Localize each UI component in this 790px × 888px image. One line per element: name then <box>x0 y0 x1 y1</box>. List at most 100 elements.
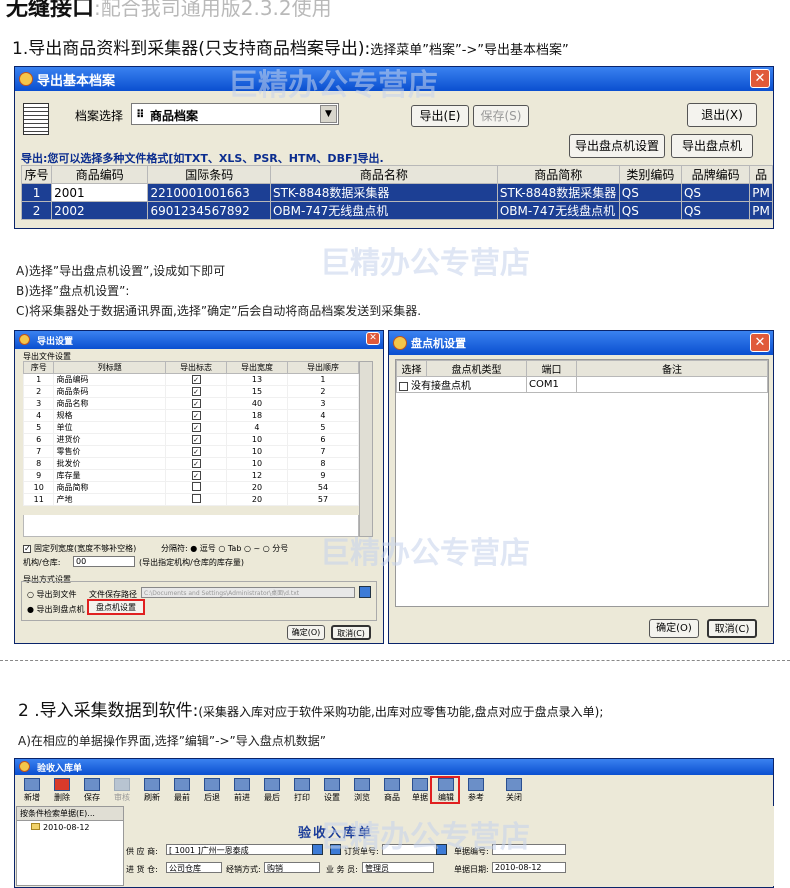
browse-icon[interactable] <box>359 586 371 598</box>
pd-type: 没有接盘点机 <box>411 381 471 392</box>
export-flag-cell[interactable]: ✓ <box>165 385 228 398</box>
checkbox-checked[interactable]: ✓ <box>191 387 201 396</box>
toolbar-button[interactable]: 最前 <box>168 778 196 804</box>
toolbar-button[interactable]: 新增 <box>18 778 46 804</box>
table-row[interactable]: 10 商品简称 20 54 <box>22 481 360 494</box>
toolbar-button[interactable]: 刷新 <box>138 778 166 804</box>
table-row[interactable]: 1 2001 2210001001663 STK-8848数据采集器 STK-8848数… <box>20 183 773 202</box>
toolbar-button[interactable]: 审核 <box>108 778 136 804</box>
export-flag-cell[interactable]: ✓ <box>165 373 228 386</box>
table-row[interactable]: 5 单位 ✓ 4 5 <box>22 421 360 434</box>
table-cell: QS <box>618 183 682 202</box>
close-button[interactable]: ✕ <box>750 333 770 352</box>
export-flag-cell[interactable]: ✓ <box>165 409 228 422</box>
chevron-down-icon[interactable]: ▼ <box>320 105 337 123</box>
lookup-icon[interactable] <box>312 844 323 855</box>
checkbox-checked[interactable]: ✓ <box>191 399 201 408</box>
export-pd-button[interactable]: 导出盘点机 <box>671 134 753 158</box>
checkbox-checked[interactable]: ✓ <box>23 544 31 553</box>
export-flag-cell[interactable]: ✓ <box>165 457 228 470</box>
checkbox-checked[interactable]: ✓ <box>191 375 201 384</box>
export-flag-cell[interactable]: ✓ <box>165 433 228 446</box>
close-button[interactable]: ✕ <box>366 332 380 345</box>
checkbox-checked[interactable]: ✓ <box>191 435 201 444</box>
toolbar-button[interactable]: 打印 <box>288 778 316 804</box>
staff-field[interactable]: 管理员 <box>362 862 434 873</box>
checkbox-unchecked[interactable] <box>399 381 408 391</box>
toolbar-button[interactable]: 保存 <box>78 778 106 804</box>
tree-item-label: 2010-08-12 <box>43 823 90 832</box>
to-pd-option[interactable]: ● 导出到盘点机 <box>27 604 85 615</box>
checkbox-checked[interactable]: ✓ <box>191 411 201 420</box>
columns-table-scrollbar[interactable] <box>359 361 373 537</box>
tree-item[interactable]: 2010-08-12 <box>17 821 123 834</box>
checkbox-checked[interactable]: ✓ <box>191 459 201 468</box>
table-row[interactable]: 1 商品编码 ✓ 13 1 <box>22 373 360 386</box>
order-lookup-icon[interactable] <box>330 844 341 855</box>
to-file-option[interactable]: ○ 导出到文件 <box>27 589 77 600</box>
close-button[interactable]: ✕ <box>750 69 770 88</box>
sep-comma[interactable]: 逗号 <box>200 544 216 553</box>
supplier-field[interactable]: [ 1001 ]广州一恩泰成 <box>166 844 316 855</box>
order-field[interactable] <box>382 844 444 855</box>
docno-field[interactable] <box>492 844 566 855</box>
export-flag-cell[interactable]: ✓ <box>165 469 228 482</box>
order-field-icon[interactable] <box>436 844 447 855</box>
toolbar-button[interactable]: 设置 <box>318 778 346 804</box>
table-row[interactable]: 3 商品名称 ✓ 40 3 <box>22 397 360 410</box>
save-path-field[interactable]: C:\Documents and Settings\Administrator\… <box>141 587 355 598</box>
table-row[interactable]: 6 进货价 ✓ 10 6 <box>22 433 360 446</box>
fixed-width-option[interactable]: ✓ 固定列宽度(宽度不够补空格) <box>23 543 136 554</box>
toolbar-button[interactable]: 删除 <box>48 778 76 804</box>
export-button[interactable]: 导出(E) <box>411 105 469 127</box>
exit-button[interactable]: 退出(X) <box>687 103 757 127</box>
checkbox-unchecked[interactable] <box>191 482 201 491</box>
table-row[interactable]: 2 2002 6901234567892 OBM-747无线盘点机 OBM-747无线盘… <box>20 201 773 220</box>
sep-semicolon[interactable]: 分号 <box>272 544 288 553</box>
export-flag-cell[interactable]: ✓ <box>165 445 228 458</box>
sep-tilde[interactable]: ~ <box>253 544 260 553</box>
pd-settings-button[interactable]: 盘点机设置 <box>87 599 145 615</box>
toolbar-button[interactable]: 后退 <box>198 778 226 804</box>
checkbox-checked[interactable]: ✓ <box>191 447 201 456</box>
pd-row[interactable]: 没有接盘点机 COM1 <box>396 376 768 393</box>
table-cell[interactable]: 2002 <box>51 201 149 220</box>
cancel-button[interactable]: 取消(C) <box>707 619 757 638</box>
save-button[interactable]: 保存(S) <box>473 105 529 127</box>
table-cell[interactable]: 2001 <box>51 183 149 202</box>
date-field[interactable]: 2010-08-12 <box>492 862 566 873</box>
sep-tab[interactable]: Tab <box>228 544 242 553</box>
toolbar-button[interactable]: 参考 <box>462 778 490 804</box>
col-type: 盘点机类型 <box>426 360 527 377</box>
checkbox-unchecked[interactable] <box>191 494 201 503</box>
export-flag-cell[interactable]: ✓ <box>165 421 228 434</box>
toolbar-icon <box>412 778 428 791</box>
toolbar-button[interactable]: 前进 <box>228 778 256 804</box>
export-pd-settings-button[interactable]: 导出盘点机设置 <box>569 134 665 158</box>
checkbox-checked[interactable]: ✓ <box>191 471 201 480</box>
mode-field[interactable]: 购销 <box>264 862 320 873</box>
archive-select[interactable]: ⠿ 商品档案 ▼ <box>131 103 339 125</box>
cancel-button[interactable]: 取消(C) <box>331 625 371 640</box>
tree-search-tab[interactable]: 按条件检索单据(E)... <box>17 807 123 821</box>
org-select[interactable]: 00 <box>73 556 135 567</box>
checkbox-checked[interactable]: ✓ <box>191 423 201 432</box>
export-flag-cell[interactable] <box>165 481 228 494</box>
ok-button[interactable]: 确定(O) <box>287 625 325 640</box>
table-row[interactable]: 2 商品条码 ✓ 15 2 <box>22 385 360 398</box>
table-row[interactable]: 11 产地 20 57 <box>22 493 360 506</box>
toolbar-button[interactable]: 关闭 <box>500 778 528 804</box>
warehouse-field[interactable]: 公司仓库 <box>166 862 222 873</box>
ok-button[interactable]: 确定(O) <box>649 619 699 638</box>
table-row[interactable]: 8 批发价 ✓ 10 8 <box>22 457 360 470</box>
export-flag-cell[interactable]: ✓ <box>165 397 228 410</box>
archive-select-value: 商品档案 <box>150 109 199 123</box>
toolbar-button[interactable]: 商品 <box>378 778 406 804</box>
table-cell: 单位 <box>53 421 167 434</box>
export-flag-cell[interactable] <box>165 493 228 506</box>
table-row[interactable]: 7 零售价 ✓ 10 7 <box>22 445 360 458</box>
table-row[interactable]: 4 规格 ✓ 18 4 <box>22 409 360 422</box>
toolbar-button[interactable]: 浏览 <box>348 778 376 804</box>
table-row[interactable]: 9 库存量 ✓ 12 9 <box>22 469 360 482</box>
toolbar-button[interactable]: 最后 <box>258 778 286 804</box>
